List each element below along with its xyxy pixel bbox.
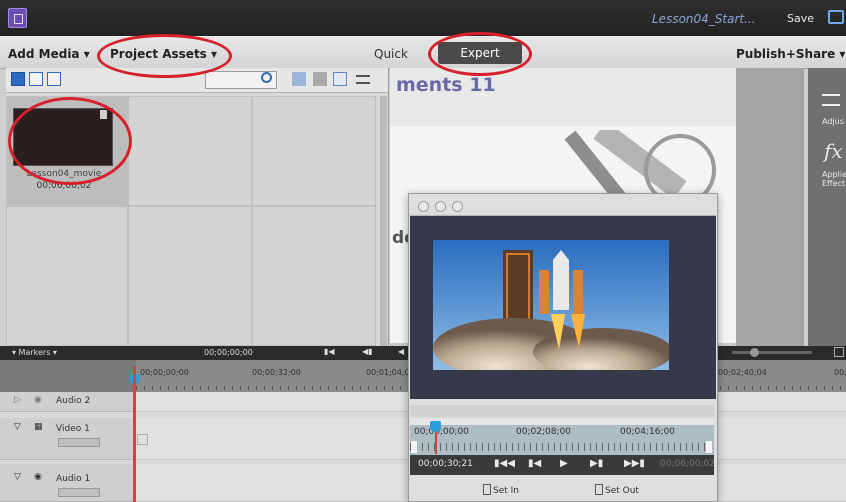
applied-effects-label: Applie Effect — [822, 170, 846, 188]
scrub-ticks — [410, 443, 714, 451]
slide-title: ments 11 — [396, 74, 496, 96]
ruler-time: 00;02;40;04 — [718, 368, 767, 377]
video-preview-image[interactable] — [433, 240, 669, 370]
set-out-icon[interactable] — [595, 484, 603, 495]
audio-filter-icon[interactable] — [47, 72, 61, 86]
scrub-time: 00;02;08;00 — [516, 427, 571, 437]
step-back-icon[interactable]: ◀▮ — [362, 347, 373, 356]
ruler-time: 00;00;32;00 — [252, 368, 301, 377]
publish-share-menu[interactable]: Publish+Share ▾ — [736, 47, 845, 61]
zoom-window-icon[interactable] — [452, 201, 463, 212]
play-icon[interactable]: ▶ — [560, 458, 568, 469]
image-filter-icon[interactable] — [29, 72, 43, 86]
new-folder-icon[interactable] — [292, 72, 306, 86]
scrub-time: 00;04;16;00 — [620, 427, 675, 437]
search-icon[interactable] — [261, 72, 272, 83]
track-header-audio-2[interactable]: ▷ ◉ Audio 2 — [0, 392, 133, 412]
current-time: 00;00;30;21 — [418, 459, 473, 469]
asset-cell[interactable] — [252, 206, 376, 346]
track-controls[interactable] — [58, 438, 100, 447]
highlight-ring-asset — [8, 97, 132, 185]
zoom-slider-handle[interactable] — [750, 348, 759, 357]
scrub-time: 00;00;00;00 — [414, 427, 469, 437]
monitor-icon[interactable] — [828, 10, 844, 24]
fx-icon[interactable]: fx — [824, 140, 843, 162]
go-to-start-icon[interactable]: ▮◀ — [324, 347, 335, 356]
speaker-icon: ◉ — [34, 395, 42, 405]
track-header-audio-1[interactable]: ▽ ◉ Audio 1 — [0, 464, 133, 502]
minimize-window-icon[interactable] — [435, 201, 446, 212]
timeline-current-time: 00;00;00;00 — [204, 348, 253, 357]
playhead-line[interactable] — [133, 366, 136, 502]
in-marker-icon[interactable] — [411, 441, 417, 453]
monitor-playhead-handle[interactable] — [430, 421, 441, 432]
track-controls[interactable] — [58, 488, 100, 497]
set-out-button[interactable]: Set Out — [605, 486, 639, 496]
monitor-scrubber[interactable] — [410, 419, 714, 455]
tab-quick[interactable]: Quick — [374, 47, 408, 61]
track-toggle-icon[interactable]: ▷ — [14, 395, 21, 405]
track-name: Audio 1 — [56, 474, 91, 484]
markers-menu[interactable]: ▾ Markers ▾ — [12, 348, 57, 357]
right-tools-panel — [808, 68, 846, 348]
zoom-slider[interactable] — [732, 351, 812, 354]
rewind-icon[interactable]: ◀ — [398, 347, 404, 356]
asset-cell[interactable] — [128, 206, 252, 346]
video-filter-icon[interactable] — [11, 72, 25, 86]
save-button[interactable]: Save — [787, 12, 814, 25]
add-media-menu[interactable]: Add Media ▾ — [8, 47, 90, 61]
document-title: Lesson04_Start... — [652, 12, 756, 26]
assets-scrollbar[interactable] — [380, 96, 387, 346]
close-window-icon[interactable] — [418, 201, 429, 212]
track-name: Audio 2 — [56, 396, 91, 406]
clip-duration: 00;06;00;02 — [660, 459, 715, 469]
zoom-fit-icon[interactable] — [834, 347, 844, 357]
pin-icon[interactable] — [333, 72, 347, 86]
highlight-ring-project-assets — [97, 34, 232, 78]
ruler-time: 00;01;04;0 — [366, 368, 410, 377]
step-back-icon[interactable]: ▮◀ — [528, 458, 541, 469]
track-toggle-icon[interactable]: ▽ — [14, 422, 21, 432]
preview-gutter — [736, 68, 804, 348]
step-forward-icon[interactable]: ▶▮ — [590, 458, 603, 469]
filmstrip-icon: ▦ — [34, 422, 43, 432]
track-toggle-icon[interactable]: ▽ — [14, 472, 21, 482]
ruler-time: 00;00;00;00 — [140, 368, 189, 377]
asset-cell[interactable] — [252, 96, 376, 206]
scrub-top-strip — [410, 419, 714, 425]
track-header-video-1[interactable]: ▽ ▦ Video 1 — [0, 418, 133, 460]
adjust-icon[interactable] — [822, 94, 840, 106]
set-in-button[interactable]: Set In — [493, 486, 519, 496]
panel-menu-icon[interactable] — [356, 75, 370, 84]
asset-cell[interactable] — [128, 96, 252, 206]
highlight-ring-expert — [428, 32, 532, 76]
ruler-time: 00; — [834, 368, 846, 377]
speaker-icon: ◉ — [34, 472, 42, 482]
go-to-end-icon[interactable]: ▶▶▮ — [624, 458, 645, 469]
asset-cell[interactable] — [6, 206, 128, 346]
go-to-start-icon[interactable]: ▮◀◀ — [494, 458, 515, 469]
track-name: Video 1 — [56, 424, 90, 434]
app-logo-icon[interactable] — [8, 8, 27, 28]
trash-icon[interactable] — [313, 72, 327, 86]
monitor-separator — [410, 405, 714, 417]
adjust-label: Adjus — [822, 117, 844, 126]
monitor-playhead-line — [435, 432, 437, 454]
out-marker-icon[interactable] — [706, 441, 712, 453]
empty-clip-icon — [137, 434, 148, 445]
set-in-icon[interactable] — [483, 484, 491, 495]
